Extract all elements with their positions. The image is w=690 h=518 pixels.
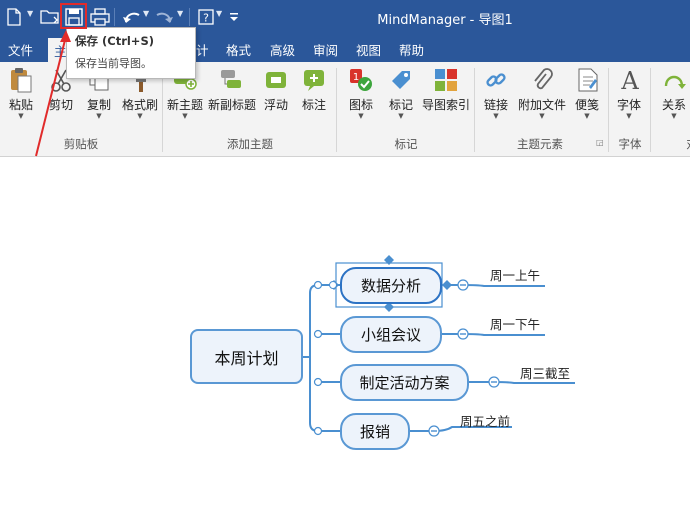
note-icon (574, 66, 602, 94)
subtopic-note[interactable]: 周五之前 (460, 411, 510, 430)
attachment-button[interactable]: 附加文件 ▼ (518, 66, 566, 120)
subtopic-note[interactable]: 周一下午 (490, 314, 540, 333)
marker-icon: 1 (347, 66, 375, 94)
map-index-icon (432, 66, 460, 94)
link-button[interactable]: 链接 ▼ (482, 66, 510, 120)
font-button[interactable]: A 字体 ▼ (616, 66, 642, 120)
link-icon (482, 66, 510, 94)
paperclip-icon (528, 66, 556, 94)
central-topic[interactable]: 本周计划 (190, 329, 303, 384)
topic-reimbursement[interactable]: 报销 (340, 413, 410, 450)
callout-button[interactable]: 标注 (300, 66, 328, 113)
callout-icon (300, 66, 328, 94)
subtopic-note[interactable]: 周三截至 (520, 363, 570, 382)
icon-marker-button[interactable]: 1 图标 ▼ (346, 66, 376, 120)
topic-data-analysis[interactable]: 数据分析 (340, 267, 442, 304)
relation-group-label: 对 (682, 136, 690, 152)
svg-text:A: A (620, 67, 639, 93)
new-subtopic-button[interactable]: 新副标题 (208, 66, 256, 113)
note-button[interactable]: 便笺 ▼ (574, 66, 600, 120)
topic-elements-group-label: 主题元素 (517, 137, 563, 151)
subtopic-note[interactable]: 周一上午 (490, 265, 540, 284)
new-subtopic-icon (218, 66, 246, 94)
relationship-button[interactable]: 关系 ▼ (660, 66, 688, 120)
add-topic-group-label: 添加主题 (227, 137, 273, 151)
tab-format[interactable]: 格式 (226, 40, 251, 59)
tag-icon (387, 66, 415, 94)
tag-button[interactable]: 标记 ▼ (386, 66, 416, 120)
tab-design[interactable]: 计 (196, 40, 209, 59)
svg-text:1: 1 (353, 72, 359, 83)
floating-topic-button[interactable]: 浮动 (262, 66, 290, 113)
tab-view[interactable]: 视图 (356, 40, 381, 59)
map-index-button[interactable]: 导图索引 (422, 66, 470, 113)
map-canvas[interactable]: 本周计划 数据分析 小组会议 制定活动方案 报销 周一上午 周一下午 周三截至 … (0, 157, 690, 518)
topic-group-meeting[interactable]: 小组会议 (340, 316, 442, 353)
dialog-launcher-icon[interactable]: ◲ (596, 138, 604, 147)
tab-help[interactable]: 帮助 (399, 40, 424, 59)
font-group-label: 字体 (618, 137, 642, 151)
tab-advanced[interactable]: 高级 (270, 40, 295, 59)
markers-group-label: 标记 (394, 137, 418, 151)
relationship-icon (660, 66, 688, 94)
floating-topic-icon (262, 66, 290, 94)
tab-review[interactable]: 审阅 (313, 40, 338, 59)
font-icon: A (616, 66, 644, 94)
topic-activity-plan[interactable]: 制定活动方案 (340, 364, 469, 401)
annotation-arrow (35, 30, 71, 157)
